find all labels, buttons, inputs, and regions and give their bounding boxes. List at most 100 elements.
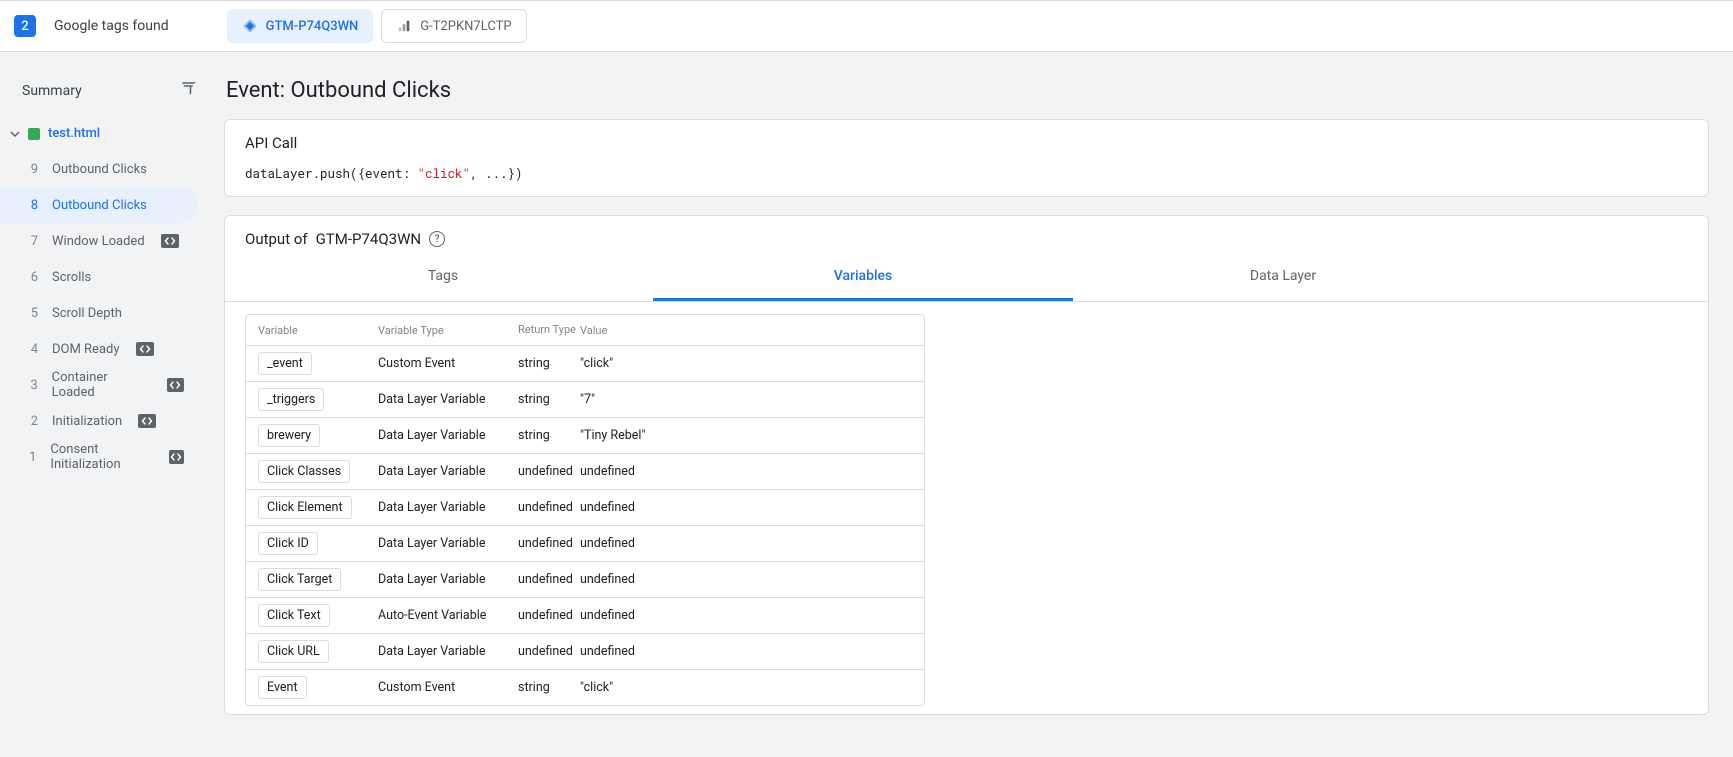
output-header: Output of GTM-P74Q3WN ? bbox=[225, 216, 1708, 254]
variable-value: "click" bbox=[580, 356, 912, 371]
return-type: undefined bbox=[518, 464, 580, 479]
variable-name-chip[interactable]: _event bbox=[258, 352, 312, 375]
event-item[interactable]: 5 Scroll Depth bbox=[0, 295, 198, 331]
variables-table-header: Variable Variable Type Return Type Value bbox=[246, 315, 924, 346]
event-label: Window Loaded bbox=[52, 234, 145, 249]
tab-datalayer[interactable]: Data Layer bbox=[1073, 254, 1493, 301]
layout: Summary test.html 9 Outbound Clicks 8 Outbo… bbox=[0, 52, 1733, 757]
container-chips: GTM-P74Q3WN G-T2PKN7LCTP bbox=[227, 9, 527, 43]
container-chip-ga[interactable]: G-T2PKN7LCTP bbox=[381, 9, 526, 43]
clear-filter-icon[interactable] bbox=[180, 80, 198, 102]
variable-type: Data Layer Variable bbox=[378, 536, 518, 551]
variable-name-chip[interactable]: brewery bbox=[258, 424, 320, 447]
event-number: 8 bbox=[28, 198, 38, 213]
container-chip-label: G-T2PKN7LCTP bbox=[420, 19, 511, 34]
event-item[interactable]: 3Container Loaded bbox=[0, 367, 198, 403]
event-number: 5 bbox=[28, 306, 38, 321]
event-item[interactable]: 9 Outbound Clicks bbox=[0, 151, 198, 187]
variable-name-chip[interactable]: _triggers bbox=[258, 388, 324, 411]
event-item[interactable]: 6 Scrolls bbox=[0, 259, 198, 295]
event-list: 9 Outbound Clicks 8 Outbound Clicks 7Window … bbox=[0, 151, 212, 475]
return-type: string bbox=[518, 392, 580, 407]
variable-type: Data Layer Variable bbox=[378, 464, 518, 479]
gtm-icon bbox=[242, 18, 258, 34]
variables-table: Variable Variable Type Return Type Value… bbox=[245, 314, 925, 706]
api-call-card: API Call dataLayer.push({event: "click",… bbox=[224, 119, 1709, 197]
output-tabs: TagsVariablesData Layer bbox=[225, 254, 1708, 302]
event-title: Event: Outbound Clicks bbox=[226, 78, 1709, 103]
variable-name-chip[interactable]: Click Classes bbox=[258, 460, 350, 483]
api-call-code: dataLayer.push({event: "click", ...}) bbox=[245, 166, 523, 182]
main: Event: Outbound Clicks API Call dataLaye… bbox=[212, 52, 1733, 757]
page-label: test.html bbox=[48, 126, 100, 141]
tab-tags[interactable]: Tags bbox=[233, 254, 653, 301]
table-row: Click TextAuto-Event Variableundefinedun… bbox=[246, 598, 924, 634]
event-item[interactable]: 4DOM Ready bbox=[0, 331, 198, 367]
tab-variables[interactable]: Variables bbox=[653, 254, 1073, 301]
event-number: 3 bbox=[28, 378, 38, 393]
analytics-icon bbox=[396, 18, 412, 34]
variable-type: Data Layer Variable bbox=[378, 392, 518, 407]
event-number: 4 bbox=[28, 342, 38, 357]
event-label: Initialization bbox=[52, 414, 122, 429]
event-item[interactable]: 8 Outbound Clicks bbox=[0, 187, 198, 223]
table-row: breweryData Layer Variablestring"Tiny Re… bbox=[246, 418, 924, 454]
return-type: undefined bbox=[518, 536, 580, 551]
sidebar: Summary test.html 9 Outbound Clicks 8 Outbo… bbox=[0, 52, 212, 757]
table-row: Event Custom Eventstring"click" bbox=[246, 670, 924, 705]
variable-value: undefined bbox=[580, 644, 912, 659]
col-return-type: Return Type bbox=[518, 324, 580, 337]
table-row: Click ClassesData Layer Variableundefine… bbox=[246, 454, 924, 490]
variable-name-chip[interactable]: Click Target bbox=[258, 568, 341, 591]
variable-type: Data Layer Variable bbox=[378, 572, 518, 587]
variable-value: "Tiny Rebel" bbox=[580, 428, 912, 443]
event-item[interactable]: 1Consent Initialization bbox=[0, 439, 198, 475]
variable-value: undefined bbox=[580, 608, 912, 623]
variable-value: "7" bbox=[580, 392, 912, 407]
caret-down-icon bbox=[10, 129, 20, 139]
code-badge-icon bbox=[169, 450, 184, 464]
variable-value: "click" bbox=[580, 680, 912, 695]
api-call-header: API Call bbox=[225, 120, 1708, 166]
variable-name-chip[interactable]: Click Text bbox=[258, 604, 330, 627]
col-value: Value bbox=[580, 324, 912, 337]
event-item[interactable]: 2 Initialization bbox=[0, 403, 198, 439]
code-badge-icon bbox=[136, 342, 154, 356]
table-row: Click TargetData Layer Variableundefined… bbox=[246, 562, 924, 598]
page-node[interactable]: test.html bbox=[0, 120, 212, 151]
table-row: Click IDData Layer Variableundefinedunde… bbox=[246, 526, 924, 562]
output-card: Output of GTM-P74Q3WN ? TagsVariablesDat… bbox=[224, 215, 1709, 715]
variable-name-chip[interactable]: Click ID bbox=[258, 532, 318, 555]
return-type: string bbox=[518, 680, 580, 695]
event-number: 1 bbox=[28, 450, 36, 465]
variable-type: Custom Event bbox=[378, 680, 518, 695]
output-container-id: GTM-P74Q3WN bbox=[316, 230, 422, 248]
code-badge-icon bbox=[161, 234, 179, 248]
return-type: undefined bbox=[518, 608, 580, 623]
output-title-prefix: Output of bbox=[245, 230, 308, 248]
variable-type: Data Layer Variable bbox=[378, 644, 518, 659]
summary-row[interactable]: Summary bbox=[0, 72, 212, 120]
variable-name-chip[interactable]: Click Element bbox=[258, 496, 352, 519]
event-number: 9 bbox=[28, 162, 38, 177]
variable-value: undefined bbox=[580, 536, 912, 551]
event-label: Scrolls bbox=[52, 270, 91, 285]
event-label: Outbound Clicks bbox=[52, 162, 147, 177]
event-item[interactable]: 7Window Loaded bbox=[0, 223, 198, 259]
return-type: undefined bbox=[518, 644, 580, 659]
variable-type: Custom Event bbox=[378, 356, 518, 371]
event-label: Scroll Depth bbox=[52, 306, 122, 321]
event-label: Outbound Clicks bbox=[52, 198, 147, 213]
container-chip-label: GTM-P74Q3WN bbox=[266, 19, 359, 34]
variable-name-chip[interactable]: Event bbox=[258, 676, 307, 699]
table-row: _eventCustom Eventstring"click" bbox=[246, 346, 924, 382]
event-number: 6 bbox=[28, 270, 38, 285]
summary-label: Summary bbox=[22, 83, 82, 99]
table-row: Click URLData Layer Variableundefinedund… bbox=[246, 634, 924, 670]
container-chip-gtm[interactable]: GTM-P74Q3WN bbox=[227, 9, 374, 43]
variable-name-chip[interactable]: Click URL bbox=[258, 640, 329, 663]
variable-value: undefined bbox=[580, 464, 912, 479]
event-number: 2 bbox=[28, 414, 38, 429]
return-type: undefined bbox=[518, 500, 580, 515]
help-icon[interactable]: ? bbox=[429, 231, 445, 247]
